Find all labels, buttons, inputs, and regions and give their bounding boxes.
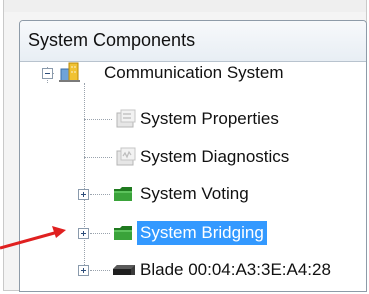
- properties-icon: [116, 109, 136, 128]
- tree-label: System Voting: [140, 184, 249, 203]
- expand-toggle-system-bridging[interactable]: [78, 228, 89, 239]
- tree-connector-5: [90, 270, 110, 271]
- panel-title: System Components: [28, 30, 196, 50]
- tree-node-system-voting[interactable]: System Voting: [137, 180, 252, 208]
- tree-label: Communication System: [104, 63, 284, 82]
- tree-node-communication-system[interactable]: Communication System: [101, 59, 287, 87]
- tree-connector-trunk: [84, 83, 85, 275]
- tree-label: System Properties: [140, 109, 279, 128]
- tree-node-system-bridging[interactable]: System Bridging: [137, 219, 267, 247]
- diagnostics-icon: [116, 147, 136, 166]
- tree-connector-4: [90, 233, 110, 234]
- system-components-panel: System Components Communication System S…: [19, 20, 367, 292]
- tree-node-system-diagnostics[interactable]: System Diagnostics: [137, 143, 292, 171]
- component-tree[interactable]: Communication System System Properties S…: [20, 61, 366, 291]
- folder-icon: [114, 187, 132, 201]
- tree-label: System Diagnostics: [140, 147, 290, 166]
- tree-node-system-properties[interactable]: System Properties: [137, 105, 282, 133]
- blade-icon: [113, 265, 135, 275]
- tree-connector-1: [84, 119, 112, 120]
- collapse-toggle-root[interactable]: [42, 68, 53, 79]
- tree-label: Blade 00:04:A3:3E:A4:28: [140, 260, 331, 279]
- tree-connector-2: [84, 157, 112, 158]
- building-icon: [59, 62, 80, 82]
- expand-toggle-system-voting[interactable]: [78, 189, 89, 200]
- panel-header: System Components: [20, 21, 366, 62]
- window-top-strip: [4, 0, 366, 12]
- folder-icon: [114, 226, 132, 240]
- tree-label-selected: System Bridging: [137, 221, 267, 245]
- tree-connector-3: [90, 194, 110, 195]
- expand-toggle-blade[interactable]: [78, 265, 89, 276]
- red-annotation-arrow: [0, 226, 66, 250]
- tree-node-blade[interactable]: Blade 00:04:A3:3E:A4:28: [137, 256, 334, 284]
